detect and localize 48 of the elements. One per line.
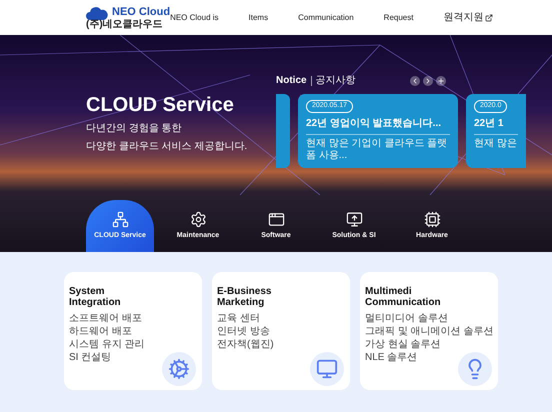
external-link-icon xyxy=(485,14,494,22)
more-button[interactable] xyxy=(436,76,446,86)
hero-title: CLOUD Service xyxy=(86,93,235,118)
card-title-line: System xyxy=(69,286,106,297)
cloud-logo-icon xyxy=(86,6,108,20)
cloud-network-icon xyxy=(112,210,128,228)
notice-card-title: 22년 1 xyxy=(474,116,518,134)
card-title-line: E-Business xyxy=(217,286,272,297)
next-button[interactable] xyxy=(423,76,433,86)
card-list-item: 멀티미디어 솔루션 xyxy=(365,312,448,325)
nav-link[interactable]: Request xyxy=(384,12,414,24)
plus-icon xyxy=(437,76,445,84)
nav-link[interactable]: Items xyxy=(248,12,268,24)
card-list-item: 전자책(웹진) xyxy=(217,338,274,351)
nav-link[interactable]: 원격지원 xyxy=(443,10,494,25)
card-list-item: 교육 센터 xyxy=(217,312,260,325)
gear-icon xyxy=(190,210,206,228)
logo-subtitle: (주)네오클라우드 xyxy=(86,20,164,30)
notice-card-title: 22년 영업이익 발표했습니다... xyxy=(306,116,450,134)
card-list-item: NLE 솔루션 xyxy=(365,351,418,364)
card-list-item: SI 컨설팅 xyxy=(69,351,112,364)
notice-title: Notice xyxy=(276,74,307,88)
monitor-arrow-icon xyxy=(346,210,362,228)
notice-card-text: 현재 많은 기업이 클라우드 플랫폼 사용... xyxy=(306,138,448,162)
card-list-item: 하드웨어 배포 xyxy=(69,325,132,338)
notice-subtitle: 공지사항 xyxy=(310,76,356,86)
card-list-item: 소프트웨어 배포 xyxy=(69,312,142,325)
card-title-line: Integration xyxy=(69,297,122,308)
card-title-line: Marketing xyxy=(217,297,266,308)
card-list-item: 인터넷 방송 xyxy=(217,325,270,338)
card-list-item: 그래픽 및 애니메이션 솔루션 xyxy=(365,325,494,338)
card-list-item: 가상 현실 솔루션 xyxy=(365,338,441,351)
gear-illustration-icon xyxy=(168,358,190,380)
hero-subtitle-line: 다년간의 경험을 통한 xyxy=(86,122,183,136)
chip-icon xyxy=(424,210,440,228)
nav-link[interactable]: NEO Cloud is xyxy=(170,12,219,24)
card-list-item: 시스템 유지 관리 xyxy=(69,338,145,351)
previous-button[interactable] xyxy=(410,76,420,86)
card-title-line: Communication xyxy=(365,297,442,308)
chevron-right-icon xyxy=(424,76,432,84)
monitor-illustration-icon xyxy=(316,358,338,380)
chevron-left-icon xyxy=(411,76,419,84)
notice-card-text: 현재 많은 xyxy=(474,138,518,150)
hero-subtitle-line: 다양한 클라우드 서비스 제공합니다. xyxy=(86,140,246,154)
nav-link[interactable]: Communication xyxy=(298,12,354,24)
card-title-line: Multimedi xyxy=(365,286,413,297)
app-window-icon xyxy=(268,210,284,228)
logo-name: NEO Cloud xyxy=(112,7,170,18)
